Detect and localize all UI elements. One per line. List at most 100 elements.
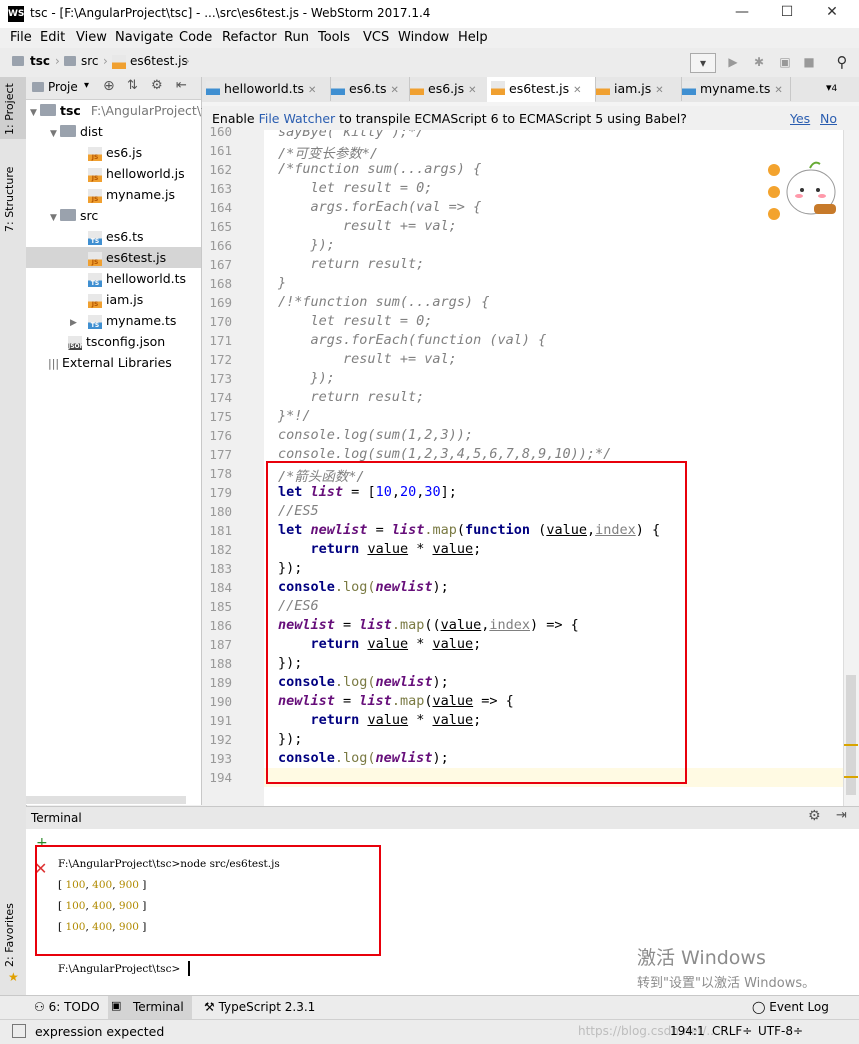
- project-view-selector[interactable]: Proje: [48, 80, 78, 94]
- tree-item-es6-ts[interactable]: TS es6.ts: [88, 229, 144, 245]
- breadcrumb-tsc[interactable]: tsc: [30, 54, 50, 68]
- menu-edit[interactable]: Edit: [40, 30, 65, 45]
- libraries-icon: |||: [48, 357, 60, 370]
- menu-run[interactable]: Run: [284, 30, 309, 45]
- tab-label: Terminal: [133, 1000, 184, 1014]
- more-tabs-count: 4: [831, 84, 838, 94]
- close-tab-icon[interactable]: ✕: [468, 85, 476, 96]
- hide-panel-icon[interactable]: ⇥: [836, 808, 847, 823]
- warning-marker[interactable]: [844, 744, 858, 746]
- menu-navigate[interactable]: Navigate: [115, 30, 173, 45]
- menu-bar: File Edit View Navigate Code Refactor Ru…: [0, 28, 859, 48]
- tab-helloworld-ts[interactable]: helloworld.ts ✕: [202, 77, 331, 101]
- run-icon[interactable]: ▶: [724, 53, 742, 71]
- menu-help[interactable]: Help: [458, 30, 488, 45]
- tab-typescript[interactable]: ⚒ TypeScript 2.3.1: [204, 1000, 315, 1014]
- hide-panel-icon[interactable]: ⇤: [176, 78, 187, 93]
- close-tab-icon[interactable]: ✕: [774, 85, 782, 96]
- tab-es6test-js[interactable]: es6test.js ✕: [487, 77, 596, 103]
- js-file-icon: [491, 81, 505, 95]
- menu-code[interactable]: Code: [179, 30, 212, 45]
- close-tab-icon[interactable]: ✕: [391, 85, 399, 96]
- target-icon[interactable]: ⊕: [103, 78, 115, 94]
- tree-root[interactable]: ▼ tsc F:\AngularProject\t: [30, 103, 206, 118]
- line-number: 179: [209, 485, 232, 500]
- menu-refactor[interactable]: Refactor: [222, 30, 277, 45]
- tree-item-external-libraries[interactable]: ||| External Libraries: [48, 355, 172, 370]
- tab-todo[interactable]: ⚇ 6: TODO: [34, 1000, 100, 1014]
- menu-tools[interactable]: Tools: [318, 30, 350, 45]
- stop-icon[interactable]: ■: [800, 53, 818, 71]
- tree-item-dist[interactable]: ▼ dist: [50, 124, 103, 139]
- collapse-icon[interactable]: ⇅: [127, 78, 138, 93]
- folder-icon: [12, 56, 24, 66]
- tab-es6-js[interactable]: es6.js ✕: [406, 77, 491, 101]
- minimize-icon[interactable]: —: [727, 4, 757, 24]
- coverage-icon[interactable]: ▣: [776, 53, 794, 71]
- more-tabs-dropdown[interactable]: ▾4: [826, 81, 837, 94]
- close-tab-icon[interactable]: ✕: [573, 85, 581, 96]
- close-tab-icon[interactable]: ✕: [655, 85, 663, 96]
- tab-terminal[interactable]: ▣ Terminal: [108, 996, 192, 1019]
- tree-item-label: iam.js: [106, 292, 144, 307]
- collapsed-arrow-icon: ▶: [70, 318, 77, 328]
- notification-post: to transpile ECMAScript 6 to ECMAScript …: [335, 111, 687, 126]
- tree-item-es6-js[interactable]: JS es6.js: [88, 145, 142, 161]
- tool-tab-structure[interactable]: 7: Structure: [3, 167, 16, 232]
- tree-item-myname-ts[interactable]: ▶ TS myname.ts: [70, 313, 176, 329]
- tab-myname-ts[interactable]: myname.ts ✕: [678, 77, 791, 101]
- code-line: return result;: [278, 256, 425, 272]
- settings-gear-icon[interactable]: ⚙: [151, 78, 163, 93]
- tree-item-es6test-js[interactable]: JS es6test.js: [88, 250, 166, 266]
- line-number: 168: [209, 276, 232, 291]
- tab-label: 6: TODO: [48, 1000, 100, 1014]
- cursor-position[interactable]: 194:1: [670, 1024, 705, 1038]
- tab-iam-js[interactable]: iam.js ✕: [592, 77, 682, 101]
- notification-text: Enable File Watcher to transpile ECMAScr…: [212, 111, 687, 126]
- menu-file[interactable]: File: [10, 30, 32, 45]
- file-encoding[interactable]: UTF-8÷: [758, 1024, 803, 1038]
- tool-tab-favorites[interactable]: 2: Favorites: [3, 903, 16, 967]
- layout-toggle-icon[interactable]: [12, 1024, 26, 1038]
- yes-link[interactable]: Yes: [790, 111, 810, 126]
- no-link[interactable]: No: [820, 111, 837, 126]
- tree-item-iam-js[interactable]: JS iam.js: [88, 292, 143, 308]
- chevron-right-icon: ›: [55, 54, 60, 68]
- run-config-dropdown[interactable]: ▾: [690, 53, 716, 73]
- terminal-prompt[interactable]: F:\AngularProject\tsc>: [58, 963, 180, 975]
- tree-item-label: helloworld.js: [106, 166, 185, 181]
- menu-vcs[interactable]: VCS: [363, 30, 389, 45]
- status-bar: expression expected https://blog.csdn.ne…: [0, 1019, 859, 1044]
- breadcrumb-file[interactable]: es6test.js: [130, 54, 188, 68]
- tree-item-tsconfig[interactable]: JSONtsconfig.json: [68, 334, 165, 350]
- tree-item-helloworld-js[interactable]: JS helloworld.js: [88, 166, 185, 182]
- tool-tab-project[interactable]: 1: Project: [3, 83, 16, 135]
- tab-event-log[interactable]: ◯ Event Log: [752, 1000, 829, 1014]
- tree-item-myname-js[interactable]: JS myname.js: [88, 187, 175, 203]
- tree-item-helloworld-ts[interactable]: TS helloworld.ts: [88, 271, 186, 287]
- editor-vertical-scrollbar[interactable]: [843, 130, 859, 806]
- line-separator[interactable]: CRLF÷: [712, 1024, 752, 1038]
- project-panel: Proje ▾ ⊕ ⇅ ⚙ ⇤ ▼ tsc F:\AngularProject\t…: [26, 77, 206, 805]
- line-number: 169: [209, 295, 232, 310]
- close-tab-icon[interactable]: ✕: [308, 85, 316, 96]
- search-icon[interactable]: ⚲: [833, 53, 851, 71]
- tree-item-label: helloworld.ts: [106, 271, 187, 286]
- chevron-down-icon[interactable]: ▾: [84, 80, 89, 91]
- horizontal-scrollbar[interactable]: [26, 796, 186, 804]
- file-watcher-link[interactable]: File Watcher: [259, 111, 336, 126]
- breadcrumb-src[interactable]: src: [81, 54, 99, 68]
- menu-view[interactable]: View: [76, 30, 107, 45]
- settings-gear-icon[interactable]: ⚙: [808, 808, 821, 824]
- warning-marker[interactable]: [844, 776, 858, 778]
- debug-icon[interactable]: ✱: [750, 53, 768, 71]
- code-line: args.forEach(function (val) {: [278, 332, 547, 348]
- line-number: 170: [209, 314, 232, 329]
- tab-es6-ts[interactable]: es6.ts ✕: [327, 77, 410, 101]
- line-number: 181: [209, 523, 232, 538]
- close-icon[interactable]: ✕: [817, 4, 847, 24]
- maximize-icon[interactable]: ☐: [772, 4, 802, 24]
- tree-item-src[interactable]: ▼ src: [50, 208, 98, 223]
- line-number: 188: [209, 656, 232, 671]
- menu-window[interactable]: Window: [398, 30, 449, 45]
